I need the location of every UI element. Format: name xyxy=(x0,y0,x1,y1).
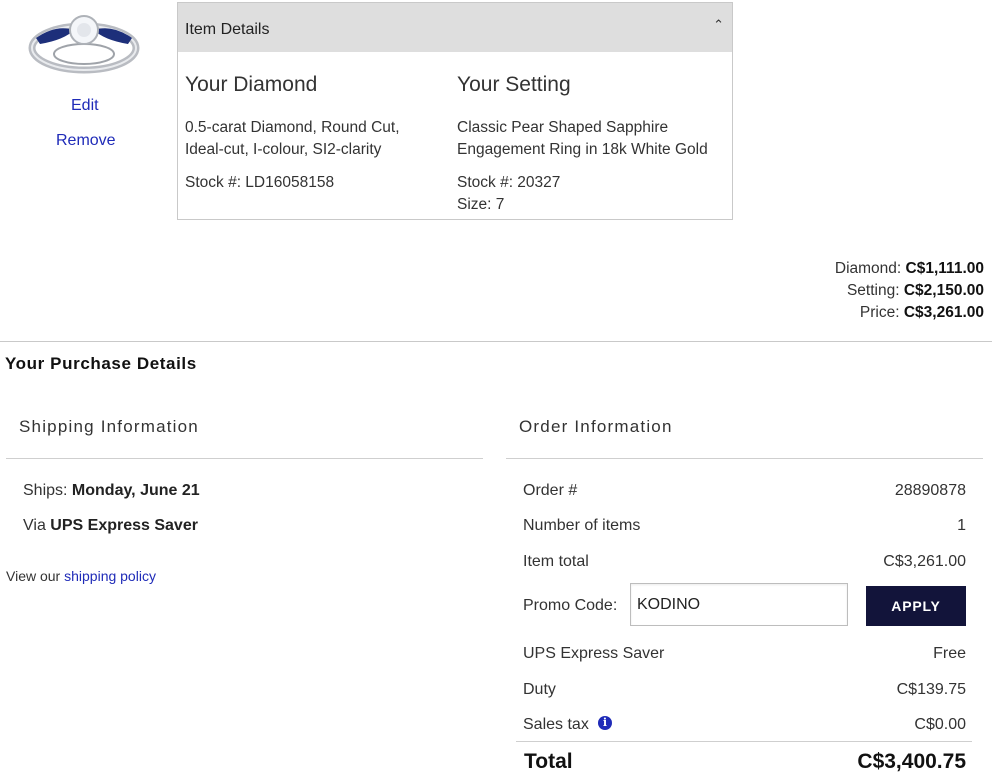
item-details-panel: Item Details ⌃ Your Diamond 0.5-carat Di… xyxy=(177,2,733,220)
item-details-title: Item Details xyxy=(185,21,270,38)
item-count-value: 1 xyxy=(957,517,966,534)
sales-tax-label: Sales tax xyxy=(523,716,589,733)
diamond-description-line2: Ideal-cut, I-colour, SI2-clarity xyxy=(185,141,382,158)
order-number-value: 28890878 xyxy=(894,482,966,499)
total-price-label: Price: xyxy=(859,304,900,321)
setting-price-line: Setting: C$2,150.00 xyxy=(847,282,984,300)
total-divider xyxy=(516,741,972,742)
total-price-value: C$3,261.00 xyxy=(903,304,984,321)
setting-description-line1: Classic Pear Shaped Sapphire xyxy=(457,119,669,136)
sales-tax-value: C$0.00 xyxy=(914,716,966,733)
diamond-description-line1: 0.5-carat Diamond, Round Cut, xyxy=(185,119,400,136)
diamond-stock-number: Stock #: LD16058158 xyxy=(185,174,335,191)
item-total-value: C$3,261.00 xyxy=(883,553,966,570)
via-label: Via xyxy=(23,517,46,534)
shipping-policy-line: View our shipping policy xyxy=(6,568,156,584)
info-icon[interactable]: i xyxy=(598,716,612,730)
item-count-label: Number of items xyxy=(523,517,641,534)
item-total-label: Item total xyxy=(523,553,589,570)
apply-promo-button[interactable]: APPLY xyxy=(866,586,966,626)
ring-thumbnail xyxy=(26,10,144,76)
setting-price-label: Setting: xyxy=(846,282,900,299)
promo-code-label: Promo Code: xyxy=(523,597,618,614)
diamond-price-value: C$1,111.00 xyxy=(905,260,984,277)
shipping-info-heading: Shipping Information xyxy=(19,417,199,436)
shipping-carrier-line: Via UPS Express Saver xyxy=(23,517,198,535)
shipping-carrier: UPS Express Saver xyxy=(50,517,198,534)
diamond-heading: Your Diamond xyxy=(185,73,318,96)
section-divider xyxy=(0,341,992,342)
shipping-divider xyxy=(6,458,483,459)
policy-prefix: View our xyxy=(6,568,61,584)
setting-stock-number: Stock #: 20327 xyxy=(457,174,561,191)
order-info-heading: Order Information xyxy=(519,417,673,436)
shipping-method-value: Free xyxy=(933,645,966,662)
shipping-policy-link[interactable]: shipping policy xyxy=(64,568,156,584)
promo-code-input[interactable] xyxy=(630,583,848,626)
diamond-price-line: Diamond: C$1,111.00 xyxy=(835,260,984,278)
ships-date: Monday, June 21 xyxy=(71,482,200,499)
ships-date-line: Ships: Monday, June 21 xyxy=(23,482,200,500)
item-details-header[interactable]: Item Details ⌃ xyxy=(178,3,732,52)
duty-label: Duty xyxy=(523,681,556,698)
total-price-line: Price: C$3,261.00 xyxy=(860,304,984,322)
remove-link[interactable]: Remove xyxy=(56,132,116,150)
order-number-label: Order # xyxy=(523,482,578,499)
setting-price-value: C$2,150.00 xyxy=(903,282,984,299)
purchase-details-title: Your Purchase Details xyxy=(5,354,197,373)
setting-description-line2: Engagement Ring in 18k White Gold xyxy=(457,141,708,158)
setting-size: Size: 7 xyxy=(457,196,505,213)
duty-value: C$139.75 xyxy=(896,681,966,698)
diamond-price-label: Diamond: xyxy=(834,260,902,277)
ships-label: Ships: xyxy=(23,482,68,499)
order-divider xyxy=(506,458,983,459)
shipping-method-label: UPS Express Saver xyxy=(523,645,665,662)
order-total-label: Total xyxy=(524,750,573,773)
setting-heading: Your Setting xyxy=(457,73,571,96)
edit-link[interactable]: Edit xyxy=(71,97,99,115)
chevron-up-icon[interactable]: ⌃ xyxy=(713,17,724,33)
order-total-value: C$3,400.75 xyxy=(857,750,966,773)
